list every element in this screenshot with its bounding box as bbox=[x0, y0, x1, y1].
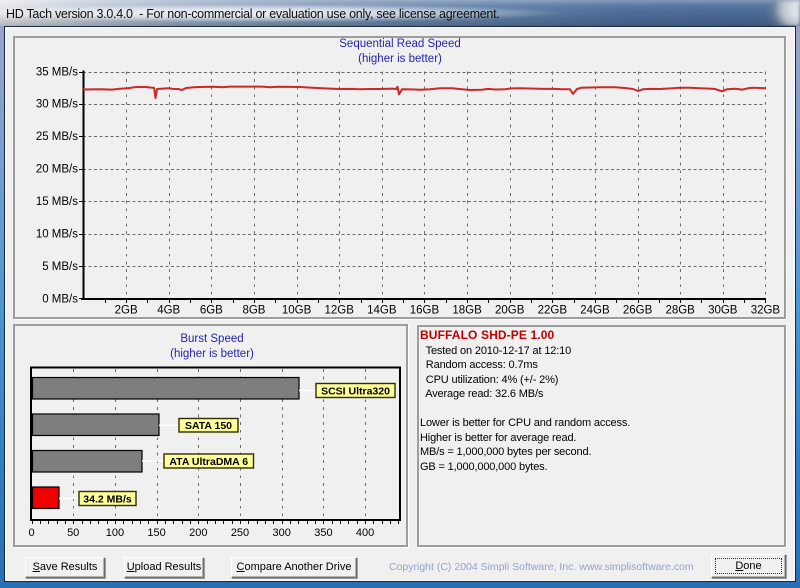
svg-text:200: 200 bbox=[189, 527, 207, 539]
svg-text:5 MB/s: 5 MB/s bbox=[42, 261, 78, 273]
svg-text:150: 150 bbox=[147, 527, 165, 539]
svg-text:400: 400 bbox=[356, 527, 374, 539]
svg-text:4GB: 4GB bbox=[157, 305, 180, 317]
svg-text:24GB: 24GB bbox=[580, 305, 610, 317]
svg-text:0: 0 bbox=[28, 527, 34, 539]
svg-text:SCSI Ultra320: SCSI Ultra320 bbox=[321, 385, 390, 397]
svg-text:30 MB/s: 30 MB/s bbox=[36, 99, 78, 111]
svg-text:0 MB/s: 0 MB/s bbox=[42, 293, 78, 305]
svg-text:20 MB/s: 20 MB/s bbox=[36, 164, 78, 176]
svg-text:22GB: 22GB bbox=[538, 305, 568, 317]
svg-text:300: 300 bbox=[273, 527, 291, 539]
svg-text:ATA UltraDMA 6: ATA UltraDMA 6 bbox=[169, 456, 248, 468]
svg-text:10GB: 10GB bbox=[282, 305, 312, 317]
svg-text:15 MB/s: 15 MB/s bbox=[36, 196, 78, 208]
svg-text:35 MB/s: 35 MB/s bbox=[36, 66, 78, 78]
svg-text:12GB: 12GB bbox=[325, 305, 355, 317]
svg-text:28GB: 28GB bbox=[665, 305, 695, 317]
svg-text:100: 100 bbox=[106, 527, 124, 539]
svg-text:26GB: 26GB bbox=[623, 305, 653, 317]
svg-text:SATA 150: SATA 150 bbox=[185, 420, 232, 432]
svg-text:8GB: 8GB bbox=[242, 305, 265, 317]
svg-text:25 MB/s: 25 MB/s bbox=[36, 131, 78, 143]
svg-text:20GB: 20GB bbox=[495, 305, 525, 317]
svg-text:32GB: 32GB bbox=[751, 305, 781, 317]
svg-text:6GB: 6GB bbox=[200, 305, 223, 317]
svg-text:250: 250 bbox=[231, 527, 249, 539]
svg-text:34.2 MB/s: 34.2 MB/s bbox=[83, 493, 132, 505]
svg-text:16GB: 16GB bbox=[410, 305, 440, 317]
svg-text:18GB: 18GB bbox=[452, 305, 482, 317]
svg-text:50: 50 bbox=[67, 527, 79, 539]
svg-text:30GB: 30GB bbox=[708, 305, 738, 317]
svg-text:14GB: 14GB bbox=[367, 305, 397, 317]
svg-text:2GB: 2GB bbox=[115, 305, 138, 317]
svg-text:350: 350 bbox=[314, 527, 332, 539]
svg-text:10 MB/s: 10 MB/s bbox=[36, 228, 78, 240]
